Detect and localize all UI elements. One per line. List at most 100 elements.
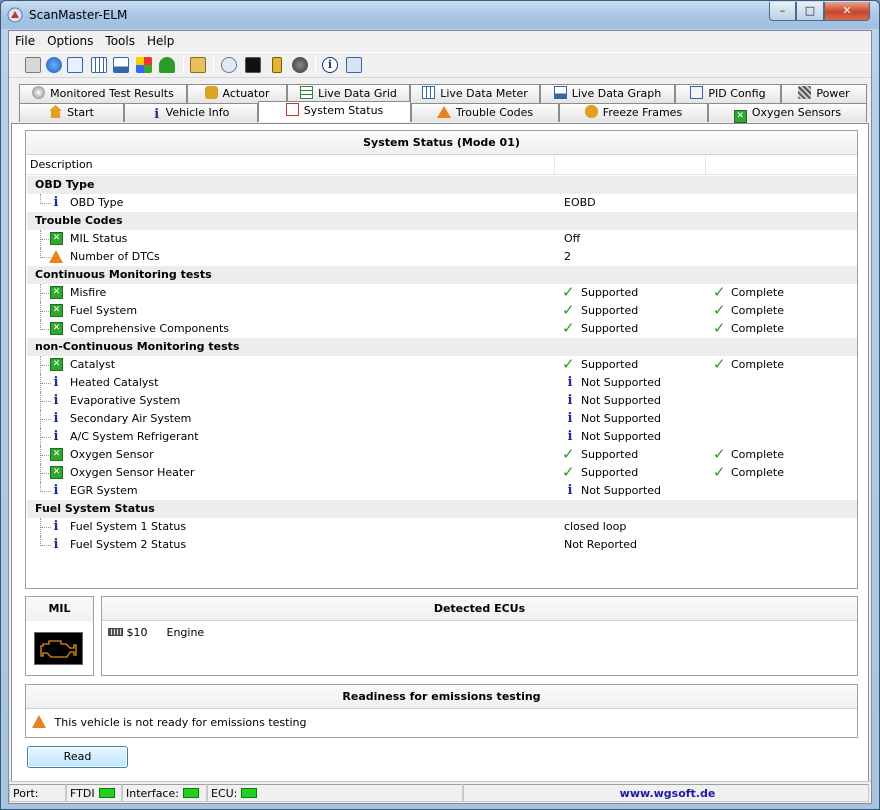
chart-icon[interactable]	[113, 57, 129, 73]
status-row[interactable]: ✕ Comprehensive Components ✓ Supported ✓ Comp…	[27, 320, 857, 338]
readiness-message: This vehicle is not ready for emissions …	[54, 716, 307, 729]
tab-live-data-meter[interactable]: Live Data Meter	[410, 84, 540, 103]
tab-trouble-codes[interactable]: Trouble Codes	[411, 103, 559, 122]
tab-oxygen-sensors[interactable]: ✕ Oxygen Sensors	[708, 103, 867, 123]
status-row[interactable]: i Secondary Air System i Not Supported	[27, 410, 857, 428]
status-row[interactable]: ✕ MIL Status Off	[27, 230, 857, 248]
website-link[interactable]: www.wgsoft.de	[463, 784, 869, 802]
interface-label: Interface:	[126, 787, 179, 800]
group-header[interactable]: OBD Type	[27, 176, 857, 194]
completion-value: Complete	[731, 286, 785, 299]
sensor-icon: ✕	[733, 110, 747, 123]
status-value: Off	[564, 232, 581, 245]
support-value: Not Supported	[581, 484, 662, 497]
status-row[interactable]: ✕ Oxygen Sensor Heater ✓ Supported ✓ Complete	[27, 464, 857, 482]
status-row[interactable]: i EGR System i Not Supported	[27, 482, 857, 500]
battery-icon[interactable]	[272, 57, 282, 73]
row-label: Oxygen Sensor Heater	[70, 466, 195, 479]
interface-led	[182, 788, 199, 798]
row-label: Heated Catalyst	[70, 376, 159, 389]
group-header[interactable]: Fuel System Status	[27, 500, 857, 518]
info-icon: i	[53, 537, 59, 552]
check-icon: ✓	[713, 319, 726, 337]
close-button[interactable]: ✕	[824, 2, 870, 21]
menu-tools[interactable]: Tools	[99, 31, 141, 48]
exit-door-icon[interactable]	[346, 57, 362, 73]
check-icon: ✓	[713, 283, 726, 301]
info-panel-icon[interactable]	[67, 57, 83, 73]
title-bar[interactable]: ScanMaster-ELM – □ ✕	[1, 1, 879, 29]
info-icon: i	[567, 411, 573, 426]
completion-value: Complete	[731, 304, 785, 317]
system-status-list[interactable]: System Status (Mode 01) Description OBD …	[25, 130, 858, 589]
meter-icon	[422, 86, 436, 99]
connect-icon[interactable]	[25, 57, 41, 73]
group-header[interactable]: Trouble Codes	[27, 212, 857, 230]
row-label: Fuel System	[70, 304, 138, 317]
status-row[interactable]: i Heated Catalyst i Not Supported	[27, 374, 857, 392]
graph-icon	[553, 86, 567, 99]
tab-freeze-frames[interactable]: Freeze Frames	[559, 103, 708, 122]
support-value: Not Supported	[581, 412, 662, 425]
completion-value: Complete	[731, 322, 785, 335]
row-label: Misfire	[70, 286, 107, 299]
terminal-icon[interactable]	[245, 57, 261, 73]
minimize-button[interactable]: –	[769, 2, 796, 21]
tab-pid-config[interactable]: PID Config	[675, 84, 781, 103]
status-row[interactable]: i OBD Type EOBD	[27, 194, 857, 212]
monitor-icon: ✕	[50, 448, 63, 461]
status-row[interactable]: i A/C System Refrigerant i Not Supported	[27, 428, 857, 446]
check-icon: ✓	[562, 445, 575, 463]
group-header[interactable]: non-Continuous Monitoring tests	[27, 338, 857, 356]
ecu-item[interactable]: $10 Engine	[108, 625, 204, 641]
window-title: ScanMaster-ELM	[29, 8, 128, 22]
port-field: FTDI	[66, 784, 122, 802]
tab-monitored-test-results[interactable]: Monitored Test Results	[19, 84, 187, 103]
check-icon: ✓	[562, 283, 575, 301]
status-row[interactable]: i Fuel System 2 Status Not Reported	[27, 536, 857, 554]
person-icon[interactable]	[159, 57, 175, 73]
group-header[interactable]: Continuous Monitoring tests	[27, 266, 857, 284]
clipboard-icon[interactable]	[190, 57, 206, 73]
info-icon: i	[53, 393, 59, 408]
status-bar: Port: FTDI Interface: ECU: www.wgsoft.de	[9, 781, 871, 803]
maximize-button[interactable]: □	[796, 2, 824, 21]
grid-icon[interactable]	[91, 57, 107, 73]
column-state[interactable]	[706, 155, 856, 175]
tab-vehicle-info[interactable]: i Vehicle Info	[124, 103, 258, 122]
menu-help[interactable]: Help	[141, 31, 180, 48]
hand-icon	[204, 86, 218, 99]
read-button[interactable]: Read	[27, 746, 128, 768]
about-icon[interactable]: i	[322, 57, 338, 73]
status-row[interactable]: i Evaporative System i Not Supported	[27, 392, 857, 410]
row-label: EGR System	[70, 484, 138, 497]
status-row[interactable]: i Fuel System 1 Status closed loop	[27, 518, 857, 536]
mil-box: MIL	[25, 596, 94, 676]
status-row[interactable]: ✕ Catalyst ✓ Supported ✓ Complete	[27, 356, 857, 374]
status-row[interactable]: ✕ Fuel System ✓ Supported ✓ Complete	[27, 302, 857, 320]
status-row[interactable]: ✕ Misfire ✓ Supported ✓ Complete	[27, 284, 857, 302]
menu-options[interactable]: Options	[41, 31, 99, 48]
row-label: Number of DTCs	[70, 250, 160, 263]
support-value: Supported	[581, 322, 639, 335]
port-label: Port:	[9, 784, 66, 802]
support-value: Supported	[581, 304, 639, 317]
value-cell: closed loop	[564, 518, 626, 536]
status-row[interactable]: ✕ Oxygen Sensor ✓ Supported ✓ Complete	[27, 446, 857, 464]
tab-power[interactable]: Power	[781, 84, 867, 103]
column-value[interactable]	[555, 155, 706, 175]
support-value: Supported	[581, 358, 639, 371]
tab-system-status[interactable]: System Status	[258, 101, 411, 122]
ecu-label: ECU:	[211, 787, 238, 800]
column-description[interactable]: Description	[26, 155, 555, 175]
tab-start[interactable]: Start	[19, 103, 124, 122]
status-row[interactable]: Number of DTCs 2	[27, 248, 857, 266]
magnifier-icon[interactable]	[221, 57, 237, 73]
gauge-icon[interactable]	[292, 57, 308, 73]
windows-icon[interactable]	[136, 57, 152, 73]
menu-file[interactable]: File	[9, 31, 41, 48]
hand-icon	[584, 105, 598, 118]
check-icon: ✓	[713, 463, 726, 481]
globe-icon[interactable]	[46, 57, 62, 73]
tab-live-data-graph[interactable]: Live Data Graph	[540, 84, 675, 103]
